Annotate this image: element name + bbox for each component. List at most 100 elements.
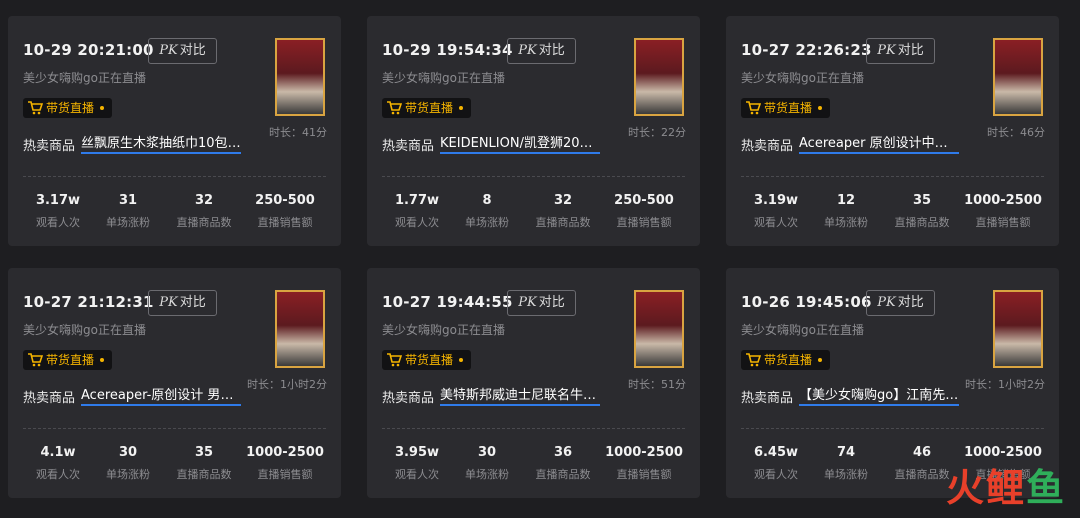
live-cover-thumbnail[interactable]	[275, 290, 325, 368]
pk-label: 对比	[538, 43, 565, 58]
stat-value: 30	[118, 445, 138, 460]
stat-followers: 30 单场涨粉	[447, 445, 527, 482]
stat-followers: 74 单场涨粉	[806, 445, 886, 482]
stat-label: 观看人次	[754, 216, 798, 229]
stat-label: 直播商品数	[535, 216, 591, 229]
divider	[23, 428, 326, 429]
live-card[interactable]: 10-27 21:12:31 PK 对比 美少女嗨购go正在直播 带货直播 热卖商…	[8, 268, 341, 498]
stat-label: 直播销售额	[257, 216, 313, 229]
live-status: 美少女嗨购go正在直播	[382, 323, 505, 337]
stat-value: 1000-2500	[246, 445, 324, 460]
stat-views: 1.77w 观看人次	[377, 193, 457, 230]
stat-sales: 1000-2500 直播销售额	[245, 445, 325, 482]
brand-logo: 火鲤鱼	[946, 457, 1066, 512]
live-card[interactable]: 10-29 19:54:34 PK 对比 美少女嗨购go正在直播 带货直播 热卖商…	[367, 16, 700, 246]
stat-label: 直播商品数	[176, 468, 232, 481]
dot-icon	[818, 358, 823, 362]
pk-compare-button[interactable]: PK 对比	[507, 290, 576, 316]
hot-product-row: 热卖商品 Acereaper-原创设计 男女...	[23, 384, 242, 406]
pk-label: 对比	[538, 295, 565, 310]
badge-label: 带货直播	[46, 353, 95, 367]
live-start-time: 10-27 22:26:23	[741, 41, 872, 59]
pk-compare-button[interactable]: PK 对比	[866, 290, 935, 316]
stat-views: 6.45w 观看人次	[736, 445, 816, 482]
live-card[interactable]: 10-29 20:21:00 PK 对比 美少女嗨购go正在直播 带货直播 热卖商…	[8, 16, 341, 246]
stat-value: 1000-2500	[964, 193, 1042, 208]
live-cover-thumbnail[interactable]	[993, 290, 1043, 368]
hot-product-link[interactable]: 丝飘原生木浆抽纸巾10包无...	[81, 132, 242, 154]
hot-product-link[interactable]: Acereaper 原创设计中性风...	[799, 132, 960, 154]
stat-value: 32	[194, 193, 214, 208]
commerce-live-badge: 带货直播	[382, 98, 472, 118]
pk-compare-button[interactable]: PK 对比	[148, 290, 217, 316]
stat-followers: 31 单场涨粉	[88, 193, 168, 230]
live-status: 美少女嗨购go正在直播	[23, 323, 146, 337]
live-duration: 时长：46分	[987, 126, 1045, 139]
hot-product-row: 热卖商品 【美少女嗨购go】江南先生...	[741, 384, 960, 406]
pk-compare-button[interactable]: PK 对比	[148, 38, 217, 64]
live-duration: 时长：51分	[628, 378, 686, 391]
stat-label: 直播销售额	[257, 468, 313, 481]
pk-label: 对比	[897, 43, 924, 58]
stat-label: 单场涨粉	[465, 468, 509, 481]
pk-mark: PK	[518, 43, 537, 58]
live-cover-thumbnail[interactable]	[634, 38, 684, 116]
stat-label: 观看人次	[395, 468, 439, 481]
live-status: 美少女嗨购go正在直播	[23, 71, 146, 85]
badge-label: 带货直播	[405, 101, 454, 115]
stat-value: 35	[912, 193, 932, 208]
live-duration: 时长：41分	[269, 126, 327, 139]
pk-compare-button[interactable]: PK 对比	[507, 38, 576, 64]
cart-icon	[746, 353, 761, 367]
live-duration: 时长：22分	[628, 126, 686, 139]
stat-label: 单场涨粉	[106, 468, 150, 481]
live-cover-thumbnail[interactable]	[993, 38, 1043, 116]
stat-followers: 30 单场涨粉	[88, 445, 168, 482]
stat-value: 8	[482, 193, 492, 208]
stat-value: 35	[194, 445, 214, 460]
stat-value: 6.45w	[753, 445, 799, 460]
stat-sales: 1000-2500 直播销售额	[604, 445, 684, 482]
hot-product-link[interactable]: Acereaper-原创设计 男女...	[81, 384, 242, 406]
badge-label: 带货直播	[764, 101, 813, 115]
pk-compare-button[interactable]: PK 对比	[866, 38, 935, 64]
stat-views: 3.95w 观看人次	[377, 445, 457, 482]
commerce-live-badge: 带货直播	[23, 350, 113, 370]
hot-product-link[interactable]: 【美少女嗨购go】江南先生...	[799, 384, 960, 406]
live-card[interactable]: 10-27 19:44:55 PK 对比 美少女嗨购go正在直播 带货直播 热卖商…	[367, 268, 700, 498]
stat-label: 单场涨粉	[465, 216, 509, 229]
stat-sales: 1000-2500 直播销售额	[963, 193, 1043, 230]
stat-value: 30	[477, 445, 497, 460]
divider	[741, 428, 1044, 429]
live-start-time: 10-27 21:12:31	[23, 293, 154, 311]
stat-value: 31	[118, 193, 138, 208]
live-status: 美少女嗨购go正在直播	[382, 71, 505, 85]
live-cover-thumbnail[interactable]	[634, 290, 684, 368]
hot-product-label: 热卖商品	[741, 391, 794, 406]
hot-product-label: 热卖商品	[382, 139, 435, 154]
stat-views: 3.19w 观看人次	[736, 193, 816, 230]
stat-value: 250-500	[255, 193, 315, 208]
cart-icon	[28, 353, 43, 367]
hot-product-label: 热卖商品	[23, 391, 76, 406]
hot-product-link[interactable]: KEIDENLION/凯登狮2022...	[440, 132, 601, 154]
pk-label: 对比	[179, 43, 206, 58]
hot-product-link[interactable]: 美特斯邦威迪士尼联名牛仔...	[440, 384, 601, 406]
cart-icon	[746, 101, 761, 115]
logo-char: 火	[945, 466, 986, 510]
live-card[interactable]: 10-27 22:26:23 PK 对比 美少女嗨购go正在直播 带货直播 热卖商…	[726, 16, 1059, 246]
stat-label: 观看人次	[36, 468, 80, 481]
pk-label: 对比	[897, 295, 924, 310]
hot-product-row: 热卖商品 KEIDENLION/凯登狮2022...	[382, 132, 601, 154]
live-cover-thumbnail[interactable]	[275, 38, 325, 116]
stat-value: 250-500	[614, 193, 674, 208]
cart-icon	[387, 353, 402, 367]
stat-label: 直播销售额	[975, 216, 1031, 229]
stat-followers: 12 单场涨粉	[806, 193, 886, 230]
divider	[741, 176, 1044, 177]
stat-sales: 250-500 直播销售额	[245, 193, 325, 230]
pk-mark: PK	[877, 43, 896, 58]
stat-label: 直播商品数	[176, 216, 232, 229]
stat-value: 3.17w	[35, 193, 81, 208]
stat-label: 单场涨粉	[824, 216, 868, 229]
